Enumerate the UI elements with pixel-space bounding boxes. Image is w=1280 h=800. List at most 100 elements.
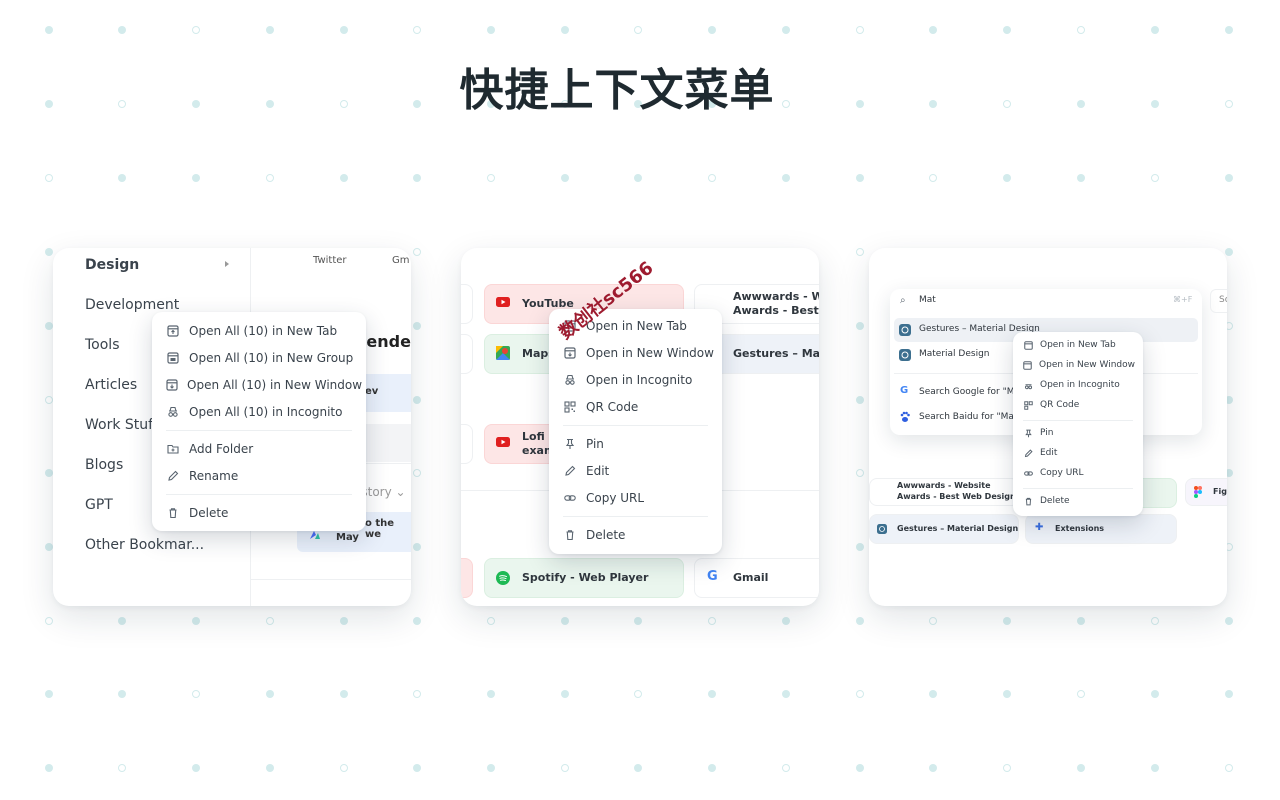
- menu-item-pin[interactable]: Pin: [1023, 423, 1135, 443]
- app-logo-icon: [310, 531, 320, 539]
- search-engine-google[interactable]: Search Google for "Ma: [919, 387, 1020, 397]
- background-dot: [708, 617, 716, 625]
- menu-item-open-new-window[interactable]: Open in New Window: [563, 343, 714, 363]
- sidebar-item-development[interactable]: Development: [85, 297, 179, 313]
- background-dot: [118, 617, 126, 625]
- tile-label: Awards - Best W: [733, 304, 819, 317]
- pencil-icon: [563, 464, 577, 478]
- trash-icon: [166, 506, 180, 520]
- side-tab-label: Sc: [1219, 295, 1227, 305]
- top-link-twitter[interactable]: Twitter: [313, 255, 347, 266]
- new-window-icon: [563, 346, 577, 360]
- background-dot: [1077, 764, 1085, 772]
- background-dot: [118, 690, 126, 698]
- menu-item-edit[interactable]: Edit: [563, 461, 714, 481]
- background-dot: [782, 690, 790, 698]
- material-design-icon: [899, 349, 911, 361]
- menu-item-label: Copy URL: [586, 491, 645, 505]
- background-dot: [413, 396, 421, 404]
- bookmark-tile[interactable]: [461, 334, 473, 374]
- sidebar-item-design[interactable]: Design: [85, 257, 139, 273]
- menu-item-label: Open in New Tab: [586, 319, 687, 333]
- background-dot: [561, 617, 569, 625]
- background-dot: [634, 26, 642, 34]
- new-window-icon: [1023, 360, 1032, 370]
- menu-item-label: Edit: [586, 464, 610, 478]
- menu-item-open-new-tab[interactable]: Open in New Tab: [1023, 335, 1135, 355]
- menu-item-open-incognito[interactable]: Open in Incognito: [563, 370, 714, 390]
- menu-item-delete[interactable]: Delete: [166, 503, 358, 523]
- background-dot: [929, 174, 937, 182]
- menu-item-add-folder[interactable]: Add Folder: [166, 439, 358, 459]
- background-dot: [782, 26, 790, 34]
- pencil-icon: [1023, 448, 1033, 458]
- sidebar-item-articles[interactable]: Articles: [85, 377, 137, 393]
- background-dot: [487, 690, 495, 698]
- menu-item-open-all-incognito[interactable]: Open All (10) in Incognito: [166, 402, 358, 422]
- sidebar-item-gpt[interactable]: GPT: [85, 497, 113, 513]
- menu-item-label: QR Code: [1040, 400, 1080, 410]
- menu-item-copy-url[interactable]: Copy URL: [563, 488, 714, 508]
- menu-separator: [166, 494, 352, 495]
- menu-separator: [1023, 420, 1133, 421]
- menu-item-label: Edit: [1040, 448, 1058, 458]
- bookmark-grid-panel: YouTube Awwwards - Wel Awards - Best W M…: [461, 248, 819, 606]
- incognito-icon: [563, 373, 577, 387]
- background-dot: [45, 469, 53, 477]
- background-dot: [929, 617, 937, 625]
- menu-item-label: Open All (10) in New Window: [187, 378, 363, 392]
- top-link-gmail[interactable]: Gm: [392, 255, 410, 266]
- background-dot: [856, 322, 864, 330]
- menu-item-edit[interactable]: Edit: [1023, 443, 1135, 463]
- bookmark-tile[interactable]: [461, 284, 473, 324]
- menu-item-label: Open in Incognito: [586, 373, 693, 387]
- background-dot: [45, 174, 53, 182]
- pin-icon: [1023, 428, 1033, 438]
- bookmark-tile[interactable]: [461, 424, 473, 464]
- search-result[interactable]: Material Design: [919, 349, 990, 359]
- material-design-icon: [899, 324, 911, 336]
- menu-item-open-all-new-window[interactable]: Open All (10) in New Window: [166, 375, 362, 395]
- menu-item-qr-code[interactable]: QR Code: [563, 397, 714, 417]
- menu-item-label: Delete: [189, 506, 229, 520]
- background-dot: [634, 174, 642, 182]
- google-icon: G: [900, 385, 909, 396]
- menu-item-open-all-new-group[interactable]: Open All (10) in New Group: [166, 348, 358, 368]
- background-dot: [1003, 690, 1011, 698]
- background-dot: [266, 764, 274, 772]
- menu-item-open-all-new-tab[interactable]: Open All (10) in New Tab: [166, 321, 358, 341]
- figma-icon: [1194, 486, 1202, 498]
- pencil-icon: [166, 469, 180, 483]
- search-panel: ⌕ Mat ⌘+F Gestures – Material Design Mat…: [869, 248, 1227, 606]
- menu-item-open-incognito[interactable]: Open in Incognito: [1023, 375, 1135, 395]
- sidebar-item-blogs[interactable]: Blogs: [85, 457, 123, 473]
- menu-item-copy-url[interactable]: Copy URL: [1023, 463, 1135, 483]
- sidebar-item-tools[interactable]: Tools: [85, 337, 120, 353]
- search-engine-baidu[interactable]: Search Baidu for "Mat: [919, 412, 1017, 422]
- background-dot: [856, 248, 864, 256]
- menu-item-delete[interactable]: Delete: [563, 525, 714, 545]
- background-dot: [192, 174, 200, 182]
- background-dot: [45, 617, 53, 625]
- sidebar-item-other-bookmarks[interactable]: Other Bookmar...: [85, 537, 204, 553]
- background-dot: [118, 174, 126, 182]
- sidebar-item-work-stuff[interactable]: Work Stuf: [85, 417, 153, 433]
- menu-item-open-new-window[interactable]: Open in New Window: [1023, 355, 1135, 375]
- tile-label: Extensions: [1055, 524, 1105, 533]
- menu-item-rename[interactable]: Rename: [166, 466, 358, 486]
- background-dot: [561, 174, 569, 182]
- bookmark-tile[interactable]: [461, 558, 473, 598]
- background-dot: [413, 690, 421, 698]
- menu-item-label: Delete: [1040, 496, 1070, 506]
- background-dot: [782, 174, 790, 182]
- background-dot: [487, 764, 495, 772]
- menu-item-pin[interactable]: Pin: [563, 434, 714, 454]
- menu-item-delete[interactable]: Delete: [1023, 491, 1135, 511]
- menu-item-label: Pin: [586, 437, 604, 451]
- background-dot: [1077, 174, 1085, 182]
- background-dot: [1003, 764, 1011, 772]
- background-dot: [856, 543, 864, 551]
- background-dot: [413, 617, 421, 625]
- search-input[interactable]: Mat: [919, 295, 936, 305]
- menu-item-qr-code[interactable]: QR Code: [1023, 395, 1135, 415]
